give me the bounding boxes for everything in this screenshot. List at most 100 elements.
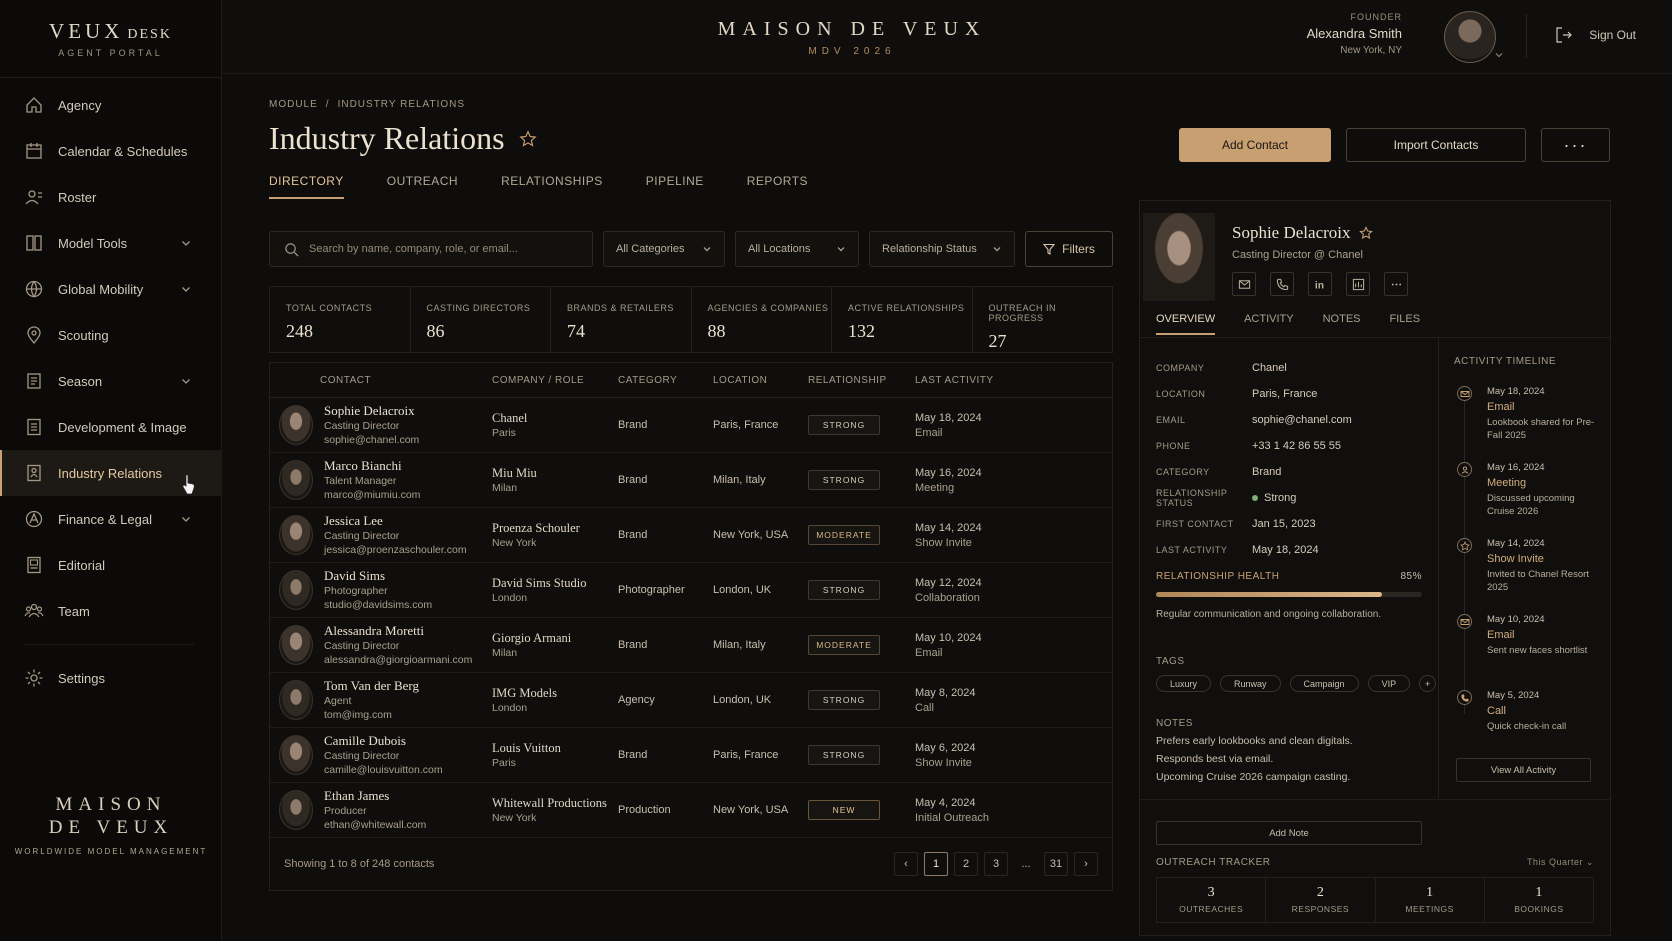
page-button[interactable]: 1 xyxy=(924,852,948,876)
contact-email[interactable]: jessica@proenzaschouler.com xyxy=(324,543,467,557)
star-icon[interactable] xyxy=(1358,226,1373,240)
user-info[interactable]: FOUNDER Alexandra Smith New York, NY xyxy=(1307,12,1402,56)
contact-name[interactable]: David Sims xyxy=(324,568,432,584)
page-button[interactable]: 2 xyxy=(954,852,978,876)
column-header-company-role[interactable]: COMPANY / ROLE xyxy=(492,375,618,386)
column-header-last-activity[interactable]: LAST ACTIVITY xyxy=(915,375,1112,386)
contact-email[interactable]: alessandra@giorgioarmani.com xyxy=(324,653,472,667)
contact-name[interactable]: Jessica Lee xyxy=(324,513,467,529)
tab-outreach[interactable]: OUTREACH xyxy=(387,174,458,199)
table-row[interactable]: Sophie Delacroix Casting Director sophie@c… xyxy=(270,398,1112,453)
view-all-activity-button[interactable]: View All Activity xyxy=(1456,758,1591,782)
prev-page-button[interactable]: ‹ xyxy=(894,852,918,876)
contact-name[interactable]: Ethan James xyxy=(324,788,426,804)
page-button[interactable]: 31 xyxy=(1044,852,1068,876)
relationship-status-select[interactable]: Relationship Status xyxy=(869,231,1015,267)
column-header-relationship[interactable]: RELATIONSHIP xyxy=(808,375,915,386)
table-row[interactable]: Ethan James Producer ethan@whitewall.com Wh… xyxy=(270,783,1112,838)
tab-relationships[interactable]: RELATIONSHIPS xyxy=(501,174,603,199)
contact-name[interactable]: Sophie Delacroix xyxy=(324,403,419,419)
email-button[interactable] xyxy=(1232,272,1256,296)
column-header-location[interactable]: LOCATION xyxy=(713,375,808,386)
sidebar-item-team[interactable]: Team xyxy=(0,588,222,634)
next-page-button[interactable]: › xyxy=(1074,852,1098,876)
sidebar-item-season[interactable]: Season xyxy=(0,358,222,404)
chevron-down-icon[interactable] xyxy=(1494,50,1504,60)
column-header-category[interactable]: CATEGORY xyxy=(618,375,713,386)
call-button[interactable] xyxy=(1270,272,1294,296)
contact-role: Casting Director xyxy=(324,420,400,432)
tracker-period-select[interactable]: This Quarter ⌄ xyxy=(1527,857,1594,868)
field-value-text[interactable]: sophie@chanel.com xyxy=(1252,414,1352,426)
table-row[interactable]: Tom Van der Berg Agent tom@img.com IMG Mode… xyxy=(270,673,1112,728)
more-actions-button[interactable] xyxy=(1384,272,1408,296)
search-box[interactable] xyxy=(269,231,593,267)
contact-name[interactable]: Alessandra Moretti xyxy=(324,623,472,639)
sidebar-item-settings[interactable]: Settings xyxy=(0,655,222,701)
contact-name[interactable]: Marco Bianchi xyxy=(324,458,420,474)
table-row[interactable]: Alessandra Moretti Casting Director alessa… xyxy=(270,618,1112,673)
sidebar-item-model-tools[interactable]: Model Tools xyxy=(0,220,222,266)
sidebar-item-global-mobility[interactable]: Global Mobility xyxy=(0,266,222,312)
contact-email[interactable]: sophie@chanel.com xyxy=(324,433,419,447)
add-tag-button[interactable]: + xyxy=(1419,675,1437,692)
chevron-down-icon[interactable] xyxy=(180,237,192,249)
sidebar-item-calendar-and-schedules[interactable]: Calendar & Schedules xyxy=(0,128,222,174)
brand[interactable]: VEUX DESK AGENT PORTAL xyxy=(0,0,221,78)
table-row[interactable]: David Sims Photographer studio@davidsims.c… xyxy=(270,563,1112,618)
sidebar-item-finance-and-legal[interactable]: Finance & Legal xyxy=(0,496,222,542)
contact-email[interactable]: marco@miumiu.com xyxy=(324,488,420,502)
table-row[interactable]: Jessica Lee Casting Director jessica@proen… xyxy=(270,508,1112,563)
table-row[interactable]: Camille Dubois Casting Director camille@lo… xyxy=(270,728,1112,783)
detail-tab-notes[interactable]: NOTES xyxy=(1323,313,1361,335)
sign-out-button[interactable]: Sign Out xyxy=(1555,26,1636,44)
category-select[interactable]: All Categories xyxy=(603,231,725,267)
detail-tab-activity[interactable]: ACTIVITY xyxy=(1244,313,1294,335)
linkedin-button[interactable]: in xyxy=(1308,272,1332,296)
location-select[interactable]: All Locations xyxy=(735,231,859,267)
detail-tab-files[interactable]: FILES xyxy=(1390,313,1421,335)
profile-card-button[interactable] xyxy=(1346,272,1370,296)
contact-email[interactable]: tom@img.com xyxy=(324,708,419,722)
search-input[interactable] xyxy=(309,243,569,255)
column-header-contact[interactable]: CONTACT xyxy=(270,375,492,386)
sidebar-item-development-and-image[interactable]: Development & Image xyxy=(0,404,222,450)
sidebar-item-roster[interactable]: Roster xyxy=(0,174,222,220)
timeline-item[interactable]: May 16, 2024 Meeting Discussed upcoming Cr… xyxy=(1455,462,1600,518)
outreach-tracker: 3 OUTREACHES 2 RESPONSES 1 MEETINGS 1 BOOKINGS xyxy=(1156,877,1594,923)
contact-email[interactable]: camille@louisvuitton.com xyxy=(324,763,443,777)
add-note-button[interactable]: Add Note xyxy=(1156,821,1422,845)
more-options-button[interactable]: ··· xyxy=(1541,128,1610,162)
contact-email[interactable]: studio@davidsims.com xyxy=(324,598,432,612)
field-value-text[interactable]: +33 1 42 86 55 55 xyxy=(1252,440,1341,452)
tag-runway[interactable]: Runway xyxy=(1220,675,1281,692)
contact-email[interactable]: ethan@whitewall.com xyxy=(324,818,426,832)
tab-reports[interactable]: REPORTS xyxy=(747,174,808,199)
sidebar-item-editorial[interactable]: Editorial xyxy=(0,542,222,588)
import-contacts-button[interactable]: Import Contacts xyxy=(1346,128,1526,162)
tab-pipeline[interactable]: PIPELINE xyxy=(646,174,704,199)
chevron-down-icon[interactable] xyxy=(180,283,192,295)
contact-name[interactable]: Camille Dubois xyxy=(324,733,443,749)
breadcrumb-module[interactable]: MODULE xyxy=(269,99,318,110)
add-contact-button[interactable]: Add Contact xyxy=(1179,128,1331,162)
star-icon[interactable] xyxy=(518,129,537,148)
tag-campaign[interactable]: Campaign xyxy=(1289,675,1359,692)
table-row[interactable]: Marco Bianchi Talent Manager marco@miumiu.… xyxy=(270,453,1112,508)
detail-tab-overview[interactable]: OVERVIEW xyxy=(1156,313,1216,335)
timeline-item[interactable]: May 10, 2024 Email Sent new faces shortlis… xyxy=(1455,614,1600,657)
filters-button[interactable]: Filters xyxy=(1025,231,1113,267)
avatar[interactable] xyxy=(1444,11,1496,63)
sidebar-item-agency[interactable]: Agency xyxy=(0,82,222,128)
chevron-down-icon[interactable] xyxy=(180,513,192,525)
tag-vip[interactable]: VIP xyxy=(1367,675,1411,692)
tag-luxury[interactable]: Luxury xyxy=(1156,675,1212,692)
contact-name[interactable]: Tom Van der Berg xyxy=(324,678,419,694)
timeline-item[interactable]: May 5, 2024 Call Quick check-in call xyxy=(1455,690,1600,733)
timeline-item[interactable]: May 18, 2024 Email Lookbook shared for Pre… xyxy=(1455,386,1600,442)
tab-directory[interactable]: DIRECTORY xyxy=(269,174,344,199)
sidebar-item-scouting[interactable]: Scouting xyxy=(0,312,222,358)
page-button[interactable]: 3 xyxy=(984,852,1008,876)
timeline-item[interactable]: May 14, 2024 Show Invite Invited to Chanel… xyxy=(1455,538,1600,594)
chevron-down-icon[interactable] xyxy=(180,375,192,387)
